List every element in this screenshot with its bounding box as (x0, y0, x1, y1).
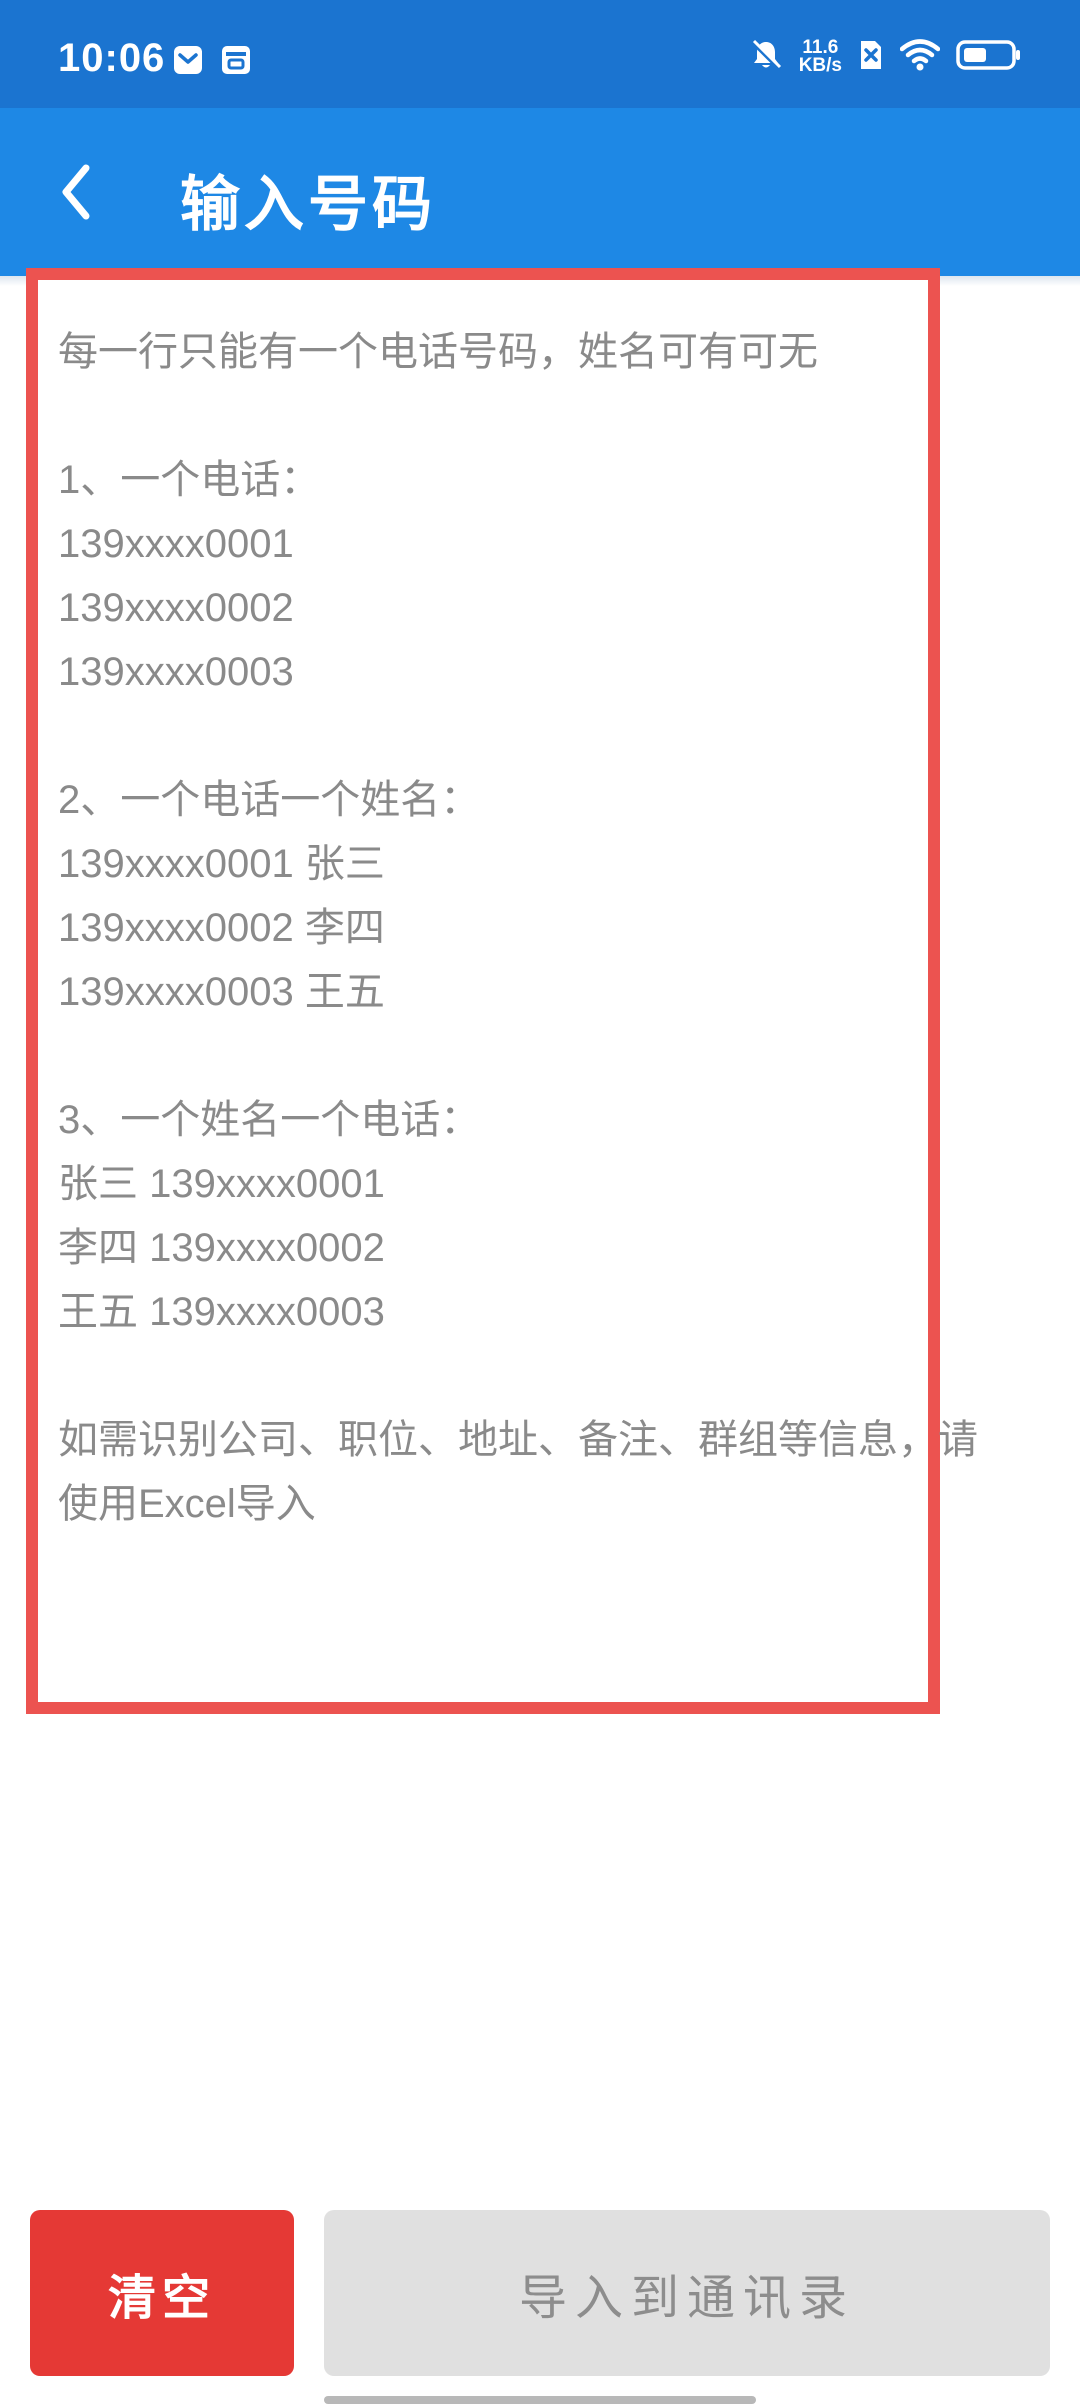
wifi-icon (899, 39, 941, 75)
import-to-contacts-button[interactable]: 导入到通讯录 (324, 2210, 1050, 2376)
notification-icons (172, 44, 252, 80)
input-line: 2、一个电话一个姓名： (58, 778, 481, 822)
network-speed-unit: KB/s (798, 55, 842, 76)
status-right: 11.6 KB/s (749, 38, 1022, 76)
mail-icon (172, 44, 204, 80)
input-line: 李四 139xxxx0002 (58, 1226, 385, 1270)
calendar-icon (220, 44, 252, 80)
home-indicator[interactable] (324, 2396, 756, 2404)
input-line: 3、一个姓名一个电话： (58, 1098, 481, 1142)
battery-icon (956, 39, 1022, 75)
clear-button[interactable]: 清空 (30, 2210, 294, 2376)
status-bar: 10:06 11.6 KB/s (0, 0, 1080, 108)
status-time: 10:06 (58, 36, 166, 80)
input-placeholder-text: 每一行只能有一个电话号码，姓名可有可无 1、一个电话： 139xxxx0001 … (58, 320, 1058, 1536)
input-line: 张三 139xxxx0001 (58, 1162, 385, 1206)
input-line: 139xxxx0003 (58, 650, 294, 694)
input-line: 如需识别公司、职位、地址、备注、群组等信息，请 (58, 1418, 978, 1462)
input-line: 139xxxx0001 张三 (58, 842, 385, 886)
sim-x-icon (858, 39, 884, 75)
input-line: 1、一个电话： (58, 458, 321, 502)
input-line: 139xxxx0002 李四 (58, 906, 385, 950)
input-line: 使用Excel导入 (58, 1482, 316, 1526)
bell-off-icon (749, 38, 783, 76)
input-line: 王五 139xxxx0003 (58, 1290, 385, 1334)
input-line: 每一行只能有一个电话号码，姓名可有可无 (58, 330, 818, 374)
network-speed: 11.6 KB/s (798, 38, 842, 76)
input-line: 139xxxx0002 (58, 586, 294, 630)
back-button[interactable] (36, 152, 116, 232)
app-bar: 输入号码 (0, 108, 1080, 276)
page-title: 输入号码 (180, 170, 436, 240)
chevron-left-icon (62, 164, 90, 220)
input-line: 139xxxx0001 (58, 522, 294, 566)
input-line: 139xxxx0003 王五 (58, 970, 385, 1014)
phone-number-input[interactable]: 每一行只能有一个电话号码，姓名可有可无 1、一个电话： 139xxxx0001 … (26, 268, 978, 1714)
